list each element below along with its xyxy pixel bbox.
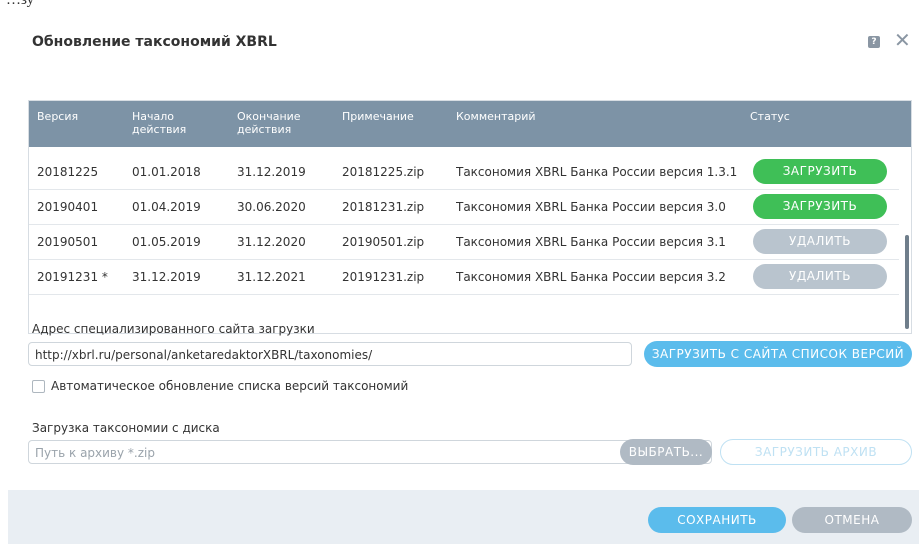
cell-note: 20181231.zip (342, 200, 425, 214)
cancel-button[interactable]: ОТМЕНА (792, 507, 912, 533)
table-body: 20181225 01.01.2018 31.12.2019 20181225.… (29, 155, 899, 295)
dialog-titlebar: Обновление таксономий XBRL ? ✕ (8, 10, 919, 70)
cell-comment: Таксономия XBRL Банка России версия 3.0 (456, 200, 726, 214)
taxonomy-update-dialog: Обновление таксономий XBRL ? ✕ Версия На… (8, 10, 919, 544)
site-url-input[interactable]: http://xbrl.ru/personal/anketaredaktorXB… (28, 342, 632, 366)
load-versions-from-site-button[interactable]: ЗАГРУЗИТЬ С САЙТА СПИСОК ВЕРСИЙ (644, 341, 912, 367)
cell-start: 01.04.2019 (132, 200, 201, 214)
cell-comment: Таксономия XBRL Банка России версия 3.1 (456, 235, 726, 249)
cell-version: 20190401 (37, 200, 99, 214)
help-icon[interactable]: ? (868, 36, 880, 48)
load-button[interactable]: ЗАГРУЗИТЬ (753, 194, 887, 219)
dialog-title: Обновление таксономий XBRL (32, 34, 277, 50)
header-version[interactable]: Версия (37, 110, 117, 123)
header-comment[interactable]: Комментарий (456, 110, 656, 123)
cell-comment: Таксономия XBRL Банка России версия 1.3.… (456, 165, 741, 179)
header-status[interactable]: Статус (750, 110, 850, 123)
table-row[interactable]: 20191231 * 31.12.2019 31.12.2021 2019123… (29, 260, 899, 295)
cell-version: 20191231 * (37, 270, 108, 284)
cell-end: 30.06.2020 (237, 200, 306, 214)
table-row[interactable]: 20190401 01.04.2019 30.06.2020 20181231.… (29, 190, 899, 225)
site-address-label: Адрес специализированного сайта загрузки (32, 322, 315, 336)
header-start[interactable]: Начало действия (132, 110, 202, 136)
dialog-content: Версия Начало действия Окончание действи… (8, 70, 919, 490)
cell-end: 31.12.2020 (237, 235, 306, 249)
auto-update-label[interactable]: Автоматическое обновление списка версий … (51, 379, 408, 393)
cell-start: 01.05.2019 (132, 235, 201, 249)
disk-upload-label: Загрузка таксономии с диска (32, 421, 220, 435)
delete-button[interactable]: УДАЛИТЬ (753, 229, 887, 254)
save-button[interactable]: СОХРАНИТЬ (648, 507, 786, 533)
header-end[interactable]: Окончание действия (237, 110, 317, 136)
cell-end: 31.12.2019 (237, 165, 306, 179)
close-icon[interactable]: ✕ (894, 30, 911, 50)
cell-start: 31.12.2019 (132, 270, 201, 284)
top-cutoff-text: …зу (6, 0, 35, 8)
cell-comment: Таксономия XBRL Банка России версия 3.2 (456, 270, 726, 284)
cell-start: 01.01.2018 (132, 165, 201, 179)
delete-button[interactable]: УДАЛИТЬ (753, 264, 887, 289)
load-button[interactable]: ЗАГРУЗИТЬ (753, 159, 887, 184)
cell-version: 20190501 (37, 235, 99, 249)
table-row[interactable]: 20190501 01.05.2019 31.12.2020 20190501.… (29, 225, 899, 260)
cell-note: 20191231.zip (342, 270, 425, 284)
cell-end: 31.12.2021 (237, 270, 306, 284)
archive-path-input[interactable]: Путь к архиву *.zip (28, 440, 712, 464)
table-header: Версия Начало действия Окончание действи… (29, 101, 911, 147)
header-note[interactable]: Примечание (342, 110, 432, 123)
table-row[interactable]: 20181225 01.01.2018 31.12.2019 20181225.… (29, 155, 899, 190)
cell-note: 20181225.zip (342, 165, 425, 179)
versions-table: Версия Начало действия Окончание действи… (28, 100, 912, 334)
upload-archive-button[interactable]: ЗАГРУЗИТЬ АРХИВ (720, 439, 912, 465)
cell-version: 20181225 (37, 165, 99, 179)
top-cutoff: …зу (0, 0, 919, 10)
auto-update-checkbox[interactable] (32, 380, 45, 393)
table-scrollbar[interactable] (905, 235, 909, 329)
cell-note: 20190501.zip (342, 235, 425, 249)
choose-file-button[interactable]: ВЫБРАТЬ... (620, 439, 712, 465)
